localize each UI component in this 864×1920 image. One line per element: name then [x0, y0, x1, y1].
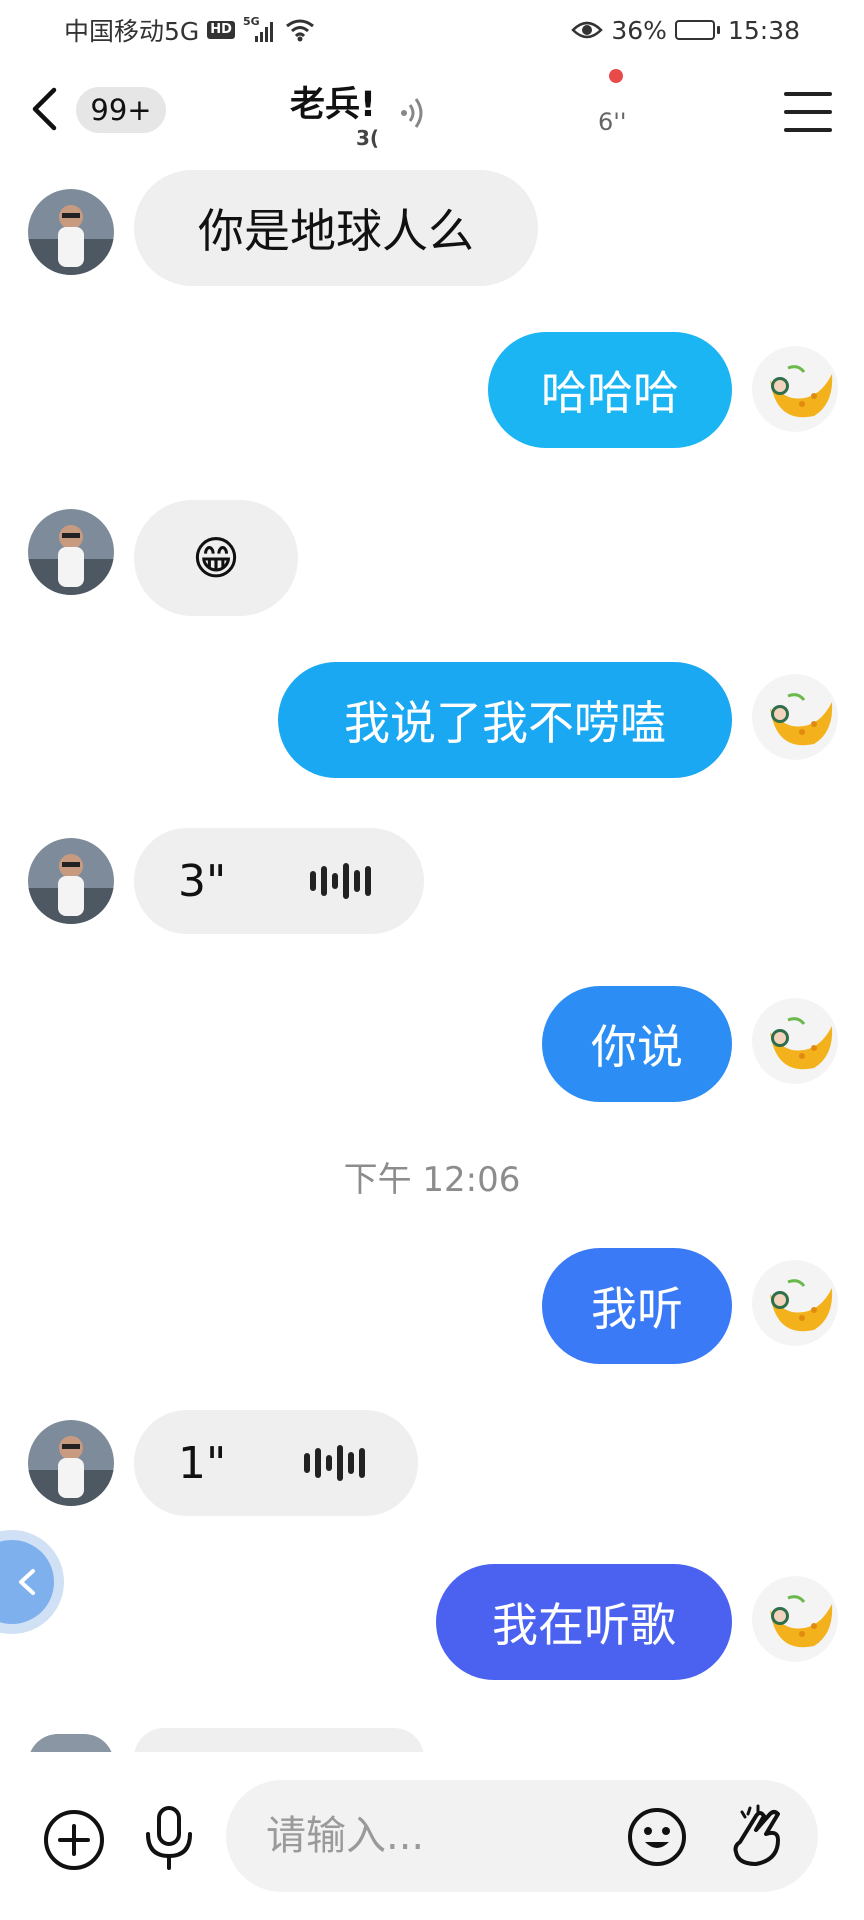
input-bar — [0, 1752, 864, 1920]
message-bubble[interactable]: 我听 — [542, 1248, 732, 1364]
back-button[interactable] — [26, 84, 62, 134]
emoji-message[interactable]: 😁 — [134, 500, 298, 616]
unread-count-badge[interactable]: 99+ — [76, 87, 166, 133]
smiley-icon — [628, 1808, 686, 1866]
carrier-label: 中国移动5G — [64, 17, 200, 46]
message-bubble[interactable]: 我说了我不唠嗑 — [278, 662, 732, 778]
microphone-icon — [146, 1806, 192, 1870]
avatar[interactable] — [28, 838, 114, 924]
chat-header: 99+ 老兵! 3( 6'' — [0, 60, 864, 160]
gesture-button[interactable] — [726, 1804, 786, 1874]
chat-title: 老兵! — [290, 85, 376, 125]
message-bubble[interactable]: 我在听歌 — [436, 1564, 732, 1680]
avatar[interactable] — [28, 189, 114, 275]
add-button[interactable] — [42, 1808, 106, 1876]
call-duration: 6'' — [598, 108, 627, 136]
message-bubble[interactable]: 哈哈哈 — [488, 332, 732, 448]
status-left: 中国移动5G HD 5G — [64, 12, 315, 48]
clock: 15:38 — [727, 15, 800, 45]
avatar[interactable] — [28, 1420, 114, 1506]
sound-wave-icon — [401, 98, 423, 128]
avatar[interactable] — [752, 346, 838, 432]
voice-input-button[interactable] — [140, 1804, 198, 1876]
avatar[interactable] — [752, 1576, 838, 1662]
chevron-left-icon — [19, 1569, 35, 1595]
voice-duration: 3" — [178, 855, 227, 907]
menu-button[interactable] — [784, 92, 832, 132]
chevron-left-icon — [32, 87, 57, 131]
hd-icon: HD — [207, 21, 235, 39]
voice-wave-icon — [310, 863, 371, 899]
avatar[interactable] — [752, 674, 838, 760]
emoji-button[interactable] — [626, 1806, 688, 1872]
status-bar: 中国移动5G HD 5G 36% 15:38 — [0, 0, 864, 60]
voice-message[interactable]: 1" — [134, 1410, 418, 1516]
avatar[interactable] — [28, 509, 114, 595]
signal-icon: 5G — [243, 15, 277, 42]
avatar[interactable] — [752, 998, 838, 1084]
message-bubble[interactable]: 你是地球人么 — [134, 170, 538, 286]
recording-indicator-dot — [609, 69, 623, 83]
menu-icon — [784, 92, 832, 96]
message-bubble[interactable]: 你说 — [542, 986, 732, 1102]
timestamp: 下午 12:06 — [343, 1160, 521, 1200]
avatar[interactable] — [752, 1260, 838, 1346]
status-right: 36% 15:38 — [571, 16, 800, 45]
voice-wave-icon — [304, 1445, 365, 1481]
message-list[interactable]: 你是地球人么 哈哈哈 😁 我说了我不唠嗑 3" 你说 下午 12:06 我听 1… — [0, 160, 864, 1750]
voice-message[interactable]: 3" — [134, 828, 424, 934]
eye-icon — [571, 21, 604, 39]
chat-subtitle: 3( — [356, 126, 380, 150]
wifi-icon — [286, 19, 314, 42]
voice-duration: 1" — [178, 1437, 227, 1489]
battery-percent: 36% — [611, 15, 667, 45]
finger-heart-icon — [733, 1804, 780, 1866]
plus-circle-icon — [44, 1810, 104, 1870]
battery-icon — [674, 20, 720, 40]
